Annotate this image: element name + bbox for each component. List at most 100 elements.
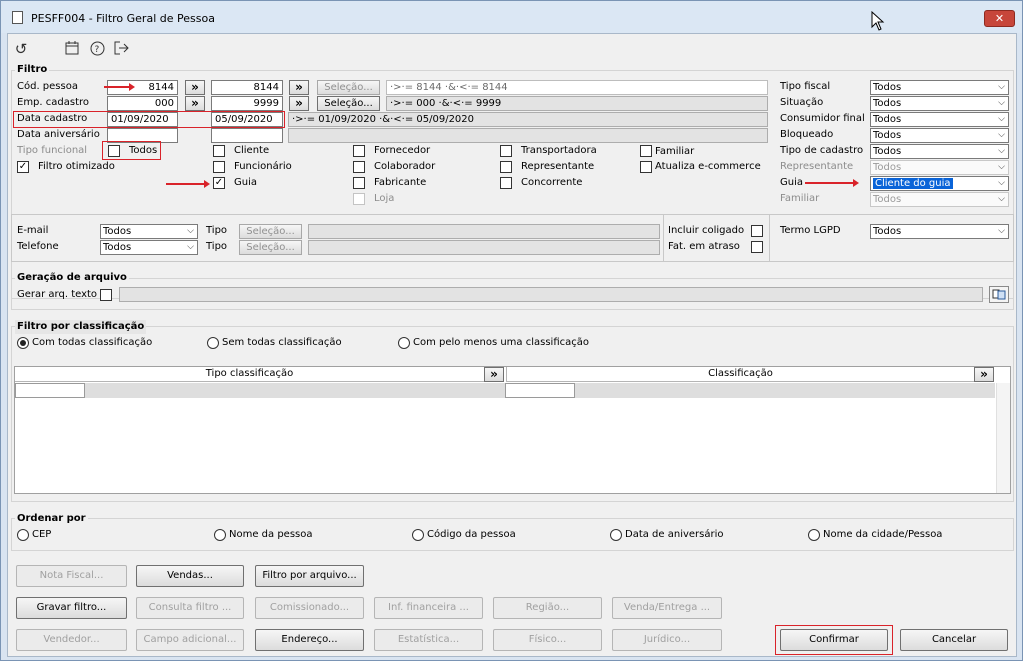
cod-pessoa-to-input[interactable]: 8144 [211, 80, 283, 95]
order-codigo-radio[interactable] [412, 529, 424, 541]
atualiza-ecommerce-checkbox[interactable] [640, 161, 652, 173]
grid-scrollbar[interactable] [996, 383, 1010, 493]
pelo-menos-uma-radio[interactable] [398, 337, 410, 349]
window-title: PESFF004 - Filtro Geral de Pessoa [31, 12, 215, 25]
fabricante-checkbox[interactable] [353, 177, 365, 189]
emp-cadastro-expand-button[interactable]: » [289, 96, 309, 111]
classificacao-grid[interactable]: Tipo classificação » Classificação » [14, 366, 1011, 494]
cliente-checkbox[interactable] [213, 145, 225, 157]
com-todas-radio[interactable] [17, 337, 29, 349]
filtro-arquivo-button[interactable]: Filtro por arquivo... [255, 565, 364, 587]
fisico-button[interactable]: Físico... [493, 629, 602, 651]
tipo-classificacao-expand-button[interactable]: » [484, 367, 504, 382]
representante-select[interactable]: Todos ⌵ [870, 160, 1009, 175]
contato-divider-1 [663, 214, 664, 262]
refresh-icon[interactable]: ↺ [11, 41, 31, 57]
loja-checkbox[interactable] [353, 193, 365, 205]
classificacao-desc-cell [575, 383, 995, 398]
inf-financeira-button[interactable]: Inf. financeira ... [374, 597, 483, 619]
campo-adicional-button[interactable]: Campo adicional... [136, 629, 244, 651]
bloqueado-label: Bloqueado [780, 129, 834, 140]
classificacao-expand-button[interactable]: » [974, 367, 994, 382]
representante-select-label: Representante [780, 161, 854, 172]
order-nome-radio[interactable] [214, 529, 226, 541]
tipo-funcional-todos-label: Todos [129, 145, 158, 156]
help-icon[interactable]: ? [87, 41, 107, 59]
regiao-button[interactable]: Região... [493, 597, 602, 619]
chevron-down-icon: ⌵ [998, 226, 1005, 236]
endereco-button[interactable]: Endereço... [255, 629, 364, 651]
fornecedor-checkbox[interactable] [353, 145, 365, 157]
classificacao-header: Classificação [506, 367, 974, 382]
gerar-arquivo-label: Gerar arq. texto [17, 289, 98, 300]
tipo-cadastro-label: Tipo de cadastro [780, 145, 864, 156]
cancelar-button[interactable]: Cancelar [900, 629, 1008, 651]
data-aniversario-to-input[interactable] [211, 128, 283, 143]
emp-cadastro-copy-button[interactable]: » [185, 96, 205, 111]
incluir-coligado-label: Incluir coligado [668, 225, 745, 236]
gravar-filtro-button[interactable]: Gravar filtro... [16, 597, 127, 619]
browse-file-icon[interactable] [989, 286, 1009, 303]
pelo-menos-uma-label: Com pelo menos uma classificação [413, 337, 589, 348]
cod-pessoa-expand-button[interactable]: » [289, 80, 309, 95]
tipo-classificacao-code-cell[interactable] [15, 383, 85, 398]
bloqueado-select[interactable]: Todos ⌵ [870, 128, 1009, 143]
gerar-arquivo-path-input[interactable] [119, 287, 983, 302]
email-selecao-button[interactable]: Seleção... [239, 224, 302, 239]
venda-entrega-button[interactable]: Venda/Entrega ... [612, 597, 722, 619]
funcionario-checkbox[interactable] [213, 161, 225, 173]
fat-atraso-checkbox[interactable] [751, 241, 763, 253]
colaborador-checkbox[interactable] [353, 161, 365, 173]
juridico-button[interactable]: Jurídico... [612, 629, 722, 651]
guia-select[interactable]: Cliente do guia ⌵ [870, 176, 1009, 191]
sem-todas-radio[interactable] [207, 337, 219, 349]
emp-cadastro-selecao-button[interactable]: Seleção... [317, 96, 380, 111]
consulta-filtro-button[interactable]: Consulta filtro ... [136, 597, 244, 619]
tipo-fiscal-select[interactable]: Todos ⌵ [870, 80, 1009, 95]
filtro-otimizado-checkbox[interactable]: ✓ [17, 161, 29, 173]
consumidor-final-select[interactable]: Todos ⌵ [870, 112, 1009, 127]
email-select[interactable]: Todos ⌵ [100, 224, 198, 239]
situacao-select[interactable]: Todos ⌵ [870, 96, 1009, 111]
cliente-label: Cliente [234, 145, 270, 156]
confirmar-button[interactable]: Confirmar [780, 629, 888, 651]
classificacao-code-cell[interactable] [505, 383, 575, 398]
familiar-checkbox[interactable] [640, 145, 652, 157]
concorrente-checkbox[interactable] [500, 177, 512, 189]
tipo-cadastro-value: Todos [873, 146, 902, 157]
tipo-cadastro-select[interactable]: Todos ⌵ [870, 144, 1009, 159]
order-codigo-label: Código da pessoa [427, 529, 516, 540]
order-cidade-radio[interactable] [808, 529, 820, 541]
estatistica-button[interactable]: Estatística... [374, 629, 483, 651]
emp-cadastro-to-input[interactable]: 9999 [211, 96, 283, 111]
order-aniversario-label: Data de aniversário [625, 529, 724, 540]
guia-checkbox[interactable]: ✓ [213, 177, 225, 189]
familiar-select[interactable]: Todos ⌵ [870, 192, 1009, 207]
telefone-selecao-button[interactable]: Seleção... [239, 240, 302, 255]
tipo-funcional-todos-checkbox[interactable] [108, 145, 120, 157]
close-button[interactable]: ✕ [984, 10, 1015, 27]
cod-pessoa-selecao-button[interactable]: Seleção... [317, 80, 380, 95]
gerar-arquivo-checkbox[interactable] [100, 289, 112, 301]
exit-icon[interactable] [112, 41, 132, 58]
nota-fiscal-button[interactable]: Nota Fiscal... [16, 565, 127, 587]
emp-cadastro-from-input[interactable]: 000 [107, 96, 178, 111]
calendar-icon[interactable] [62, 41, 82, 58]
data-aniversario-expression [288, 128, 768, 143]
chevron-down-icon: ⌵ [187, 226, 194, 236]
cod-pessoa-copy-button[interactable]: » [185, 80, 205, 95]
order-cep-radio[interactable] [17, 529, 29, 541]
email-label: E-mail [17, 225, 49, 236]
vendedor-button[interactable]: Vendedor... [16, 629, 127, 651]
termo-lgpd-select[interactable]: Todos ⌵ [870, 224, 1009, 239]
comissionado-button[interactable]: Comissionado... [255, 597, 364, 619]
email-value: Todos [103, 226, 132, 237]
vendas-button[interactable]: Vendas... [136, 565, 244, 587]
contato-divider-2 [769, 214, 770, 262]
termo-lgpd-label: Termo LGPD [780, 225, 841, 236]
order-aniversario-radio[interactable] [610, 529, 622, 541]
incluir-coligado-checkbox[interactable] [751, 225, 763, 237]
representante-checkbox[interactable] [500, 161, 512, 173]
telefone-select[interactable]: Todos ⌵ [100, 240, 198, 255]
transportadora-checkbox[interactable] [500, 145, 512, 157]
